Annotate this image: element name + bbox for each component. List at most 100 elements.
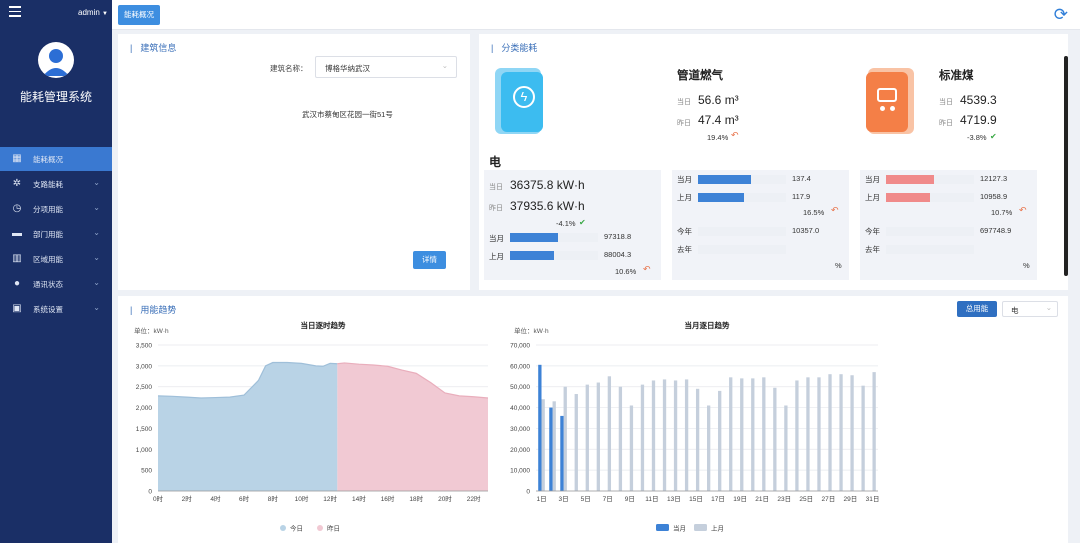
tab-overview[interactable]: 能耗概况 [118, 5, 160, 25]
bar-last-month [762, 377, 766, 491]
coal-lastmonth-fill [886, 193, 930, 202]
chevron-down-icon: ⌄ [93, 203, 100, 212]
chart-unit-label: 单位：kW·h [514, 326, 549, 335]
sidebar-item-department[interactable]: ▬ 部门用能 ⌄ [0, 222, 112, 246]
gas-month-label: 当月 [677, 175, 692, 184]
bar-last-month [784, 405, 788, 491]
up-arrow-icon: ↶ [731, 130, 739, 140]
coal-percent: % [1023, 261, 1030, 270]
bar-current-month [538, 364, 542, 491]
sidebar-item-comm[interactable]: ● 通讯状态 ⌄ [0, 272, 112, 296]
x-tick-label: 4时 [210, 494, 221, 503]
x-tick-label: 19日 [733, 495, 747, 503]
coal-lastmonth-value: 10958.9 [980, 192, 1008, 201]
energy-type-value: 电 [1011, 306, 1019, 315]
legend-swatch-last [694, 524, 707, 531]
bar-last-month [795, 380, 799, 491]
y-tick-label: 3,000 [136, 363, 153, 370]
trend-card: 用能趋势 总用能 电 ⌄ 单位：kW·h当日逐时趋势05001,0001,500… [118, 296, 1068, 543]
x-tick-label: 20时 [438, 494, 452, 503]
down-check-icon: ✔ [579, 218, 586, 227]
sidebar-item-region[interactable]: ▥ 区域用能 ⌄ [0, 247, 112, 271]
location-pin-icon: ● [13, 278, 21, 289]
legend-label-yesterday: 昨日 [327, 524, 340, 533]
chevron-down-icon: ⌄ [1045, 303, 1052, 312]
bar-last-month [629, 405, 634, 491]
building-select[interactable]: 博格华纳武汉 ⌄ [315, 56, 457, 78]
category-energy-card: 分类能耗 ϟ 电 当日 36375.8 kW·h 昨日 37935.6 kW·h… [479, 34, 1068, 290]
x-tick-label: 1日 [536, 495, 546, 503]
energy-type-select[interactable]: 电 ⌄ [1002, 301, 1058, 317]
x-tick-label: 18时 [409, 494, 423, 503]
hourly-trend-chart: 单位：kW·h 当日逐时趋势 0 500 1,000 1,500 2,000 2,500 3,0… [134, 320, 489, 533]
y-tick-label: 10,000 [510, 468, 530, 475]
bar-last-month [828, 374, 832, 491]
y-tick-label: 60,000 [510, 363, 530, 370]
sidebar-item-overview[interactable]: ▦ 能耗概况 [0, 147, 112, 171]
section-title-building: 建筑信息 [130, 41, 176, 54]
electric-month-value: 97318.8 [604, 232, 632, 241]
coal-month-fill [886, 175, 935, 184]
legend-label-today: 今日 [290, 524, 303, 533]
y-tick-label: 1,000 [136, 447, 153, 454]
gas-lastmonth-bar [698, 193, 786, 202]
y-tick-label: 500 [141, 468, 152, 475]
coal-yesterday-label: 昨日 [939, 120, 953, 127]
building-name-label: 建筑名称： [270, 64, 308, 73]
vertical-scrollbar[interactable] [1064, 56, 1068, 276]
coal-lastmonth-label: 上月 [865, 193, 880, 202]
sidebar-item-subitem[interactable]: ◷ 分项用能 ⌄ [0, 197, 112, 221]
folder-icon: ▬ [12, 228, 22, 239]
electric-lastmonth-label: 上月 [489, 252, 504, 261]
building-info-card: 建筑信息 建筑名称： 博格华纳武汉 ⌄ 武汉市蔡甸区花园一街51号 详情 [118, 34, 470, 290]
bar-last-month [773, 387, 777, 491]
up-arrow-icon: ↶ [831, 205, 839, 215]
gas-month-change: 16.5% [803, 208, 825, 217]
x-tick-label: 13日 [667, 495, 681, 503]
gas-year-bar [698, 227, 786, 236]
menu-toggle-icon[interactable] [9, 6, 21, 17]
electric-lastmonth-value: 88004.3 [604, 250, 632, 259]
x-tick-label: 22时 [467, 494, 481, 503]
lightning-icon: ϟ [491, 66, 545, 140]
settings-icon: ▣ [12, 303, 22, 314]
bar-last-month [585, 384, 589, 491]
bar-last-month [563, 386, 567, 491]
electric-today-label: 当日 [489, 184, 503, 191]
sidebar-item-branch[interactable]: ✲ 支路能耗 ⌄ [0, 172, 112, 196]
gas-month-fill [698, 175, 751, 184]
sidebar-item-settings[interactable]: ▣ 系统设置 ⌄ [0, 297, 112, 321]
sidebar-item-label: 通讯状态 [33, 280, 63, 289]
sidebar-item-label: 部门用能 [33, 230, 63, 239]
gas-lastmonth-label: 上月 [677, 193, 692, 202]
branch-icon: ✲ [12, 178, 22, 189]
chevron-down-icon: ⌄ [93, 303, 100, 312]
gas-year-label: 今年 [677, 227, 692, 236]
clock-icon: ◷ [12, 203, 22, 214]
coal-month-label: 当月 [865, 175, 880, 184]
gas-month-value: 137.4 [792, 174, 811, 183]
refresh-icon[interactable]: ⟳ [1054, 5, 1068, 25]
y-tick-label: 1,500 [136, 426, 153, 433]
gas-year-value: 10357.0 [792, 226, 820, 235]
up-arrow-icon: ↶ [1019, 205, 1027, 215]
bar-current-month [549, 407, 553, 491]
x-tick-label: 21日 [755, 495, 769, 503]
chevron-down-icon: ⌄ [93, 278, 100, 287]
detail-button[interactable]: 详情 [413, 251, 446, 269]
legend-swatch-current [656, 524, 669, 531]
x-tick-label: 31日 [866, 495, 880, 503]
x-tick-label: 23日 [777, 495, 791, 503]
coal-today-value: 4539.3 [960, 93, 997, 107]
user-avatar-icon [43, 49, 69, 76]
legend-swatch-yesterday [317, 525, 323, 531]
gas-lastyear-label: 去年 [677, 245, 692, 254]
coal-lastmonth-bar [886, 193, 974, 202]
system-title: 能耗管理系统 [19, 90, 92, 104]
chart-title: 当月逐日趋势 [685, 320, 730, 330]
user-menu[interactable]: admin ▼ [78, 8, 108, 17]
bar-last-month [707, 405, 711, 491]
region-icon: ▥ [12, 253, 22, 264]
total-energy-button[interactable]: 总用能 [957, 301, 997, 317]
coal-month-value: 12127.3 [980, 174, 1008, 183]
